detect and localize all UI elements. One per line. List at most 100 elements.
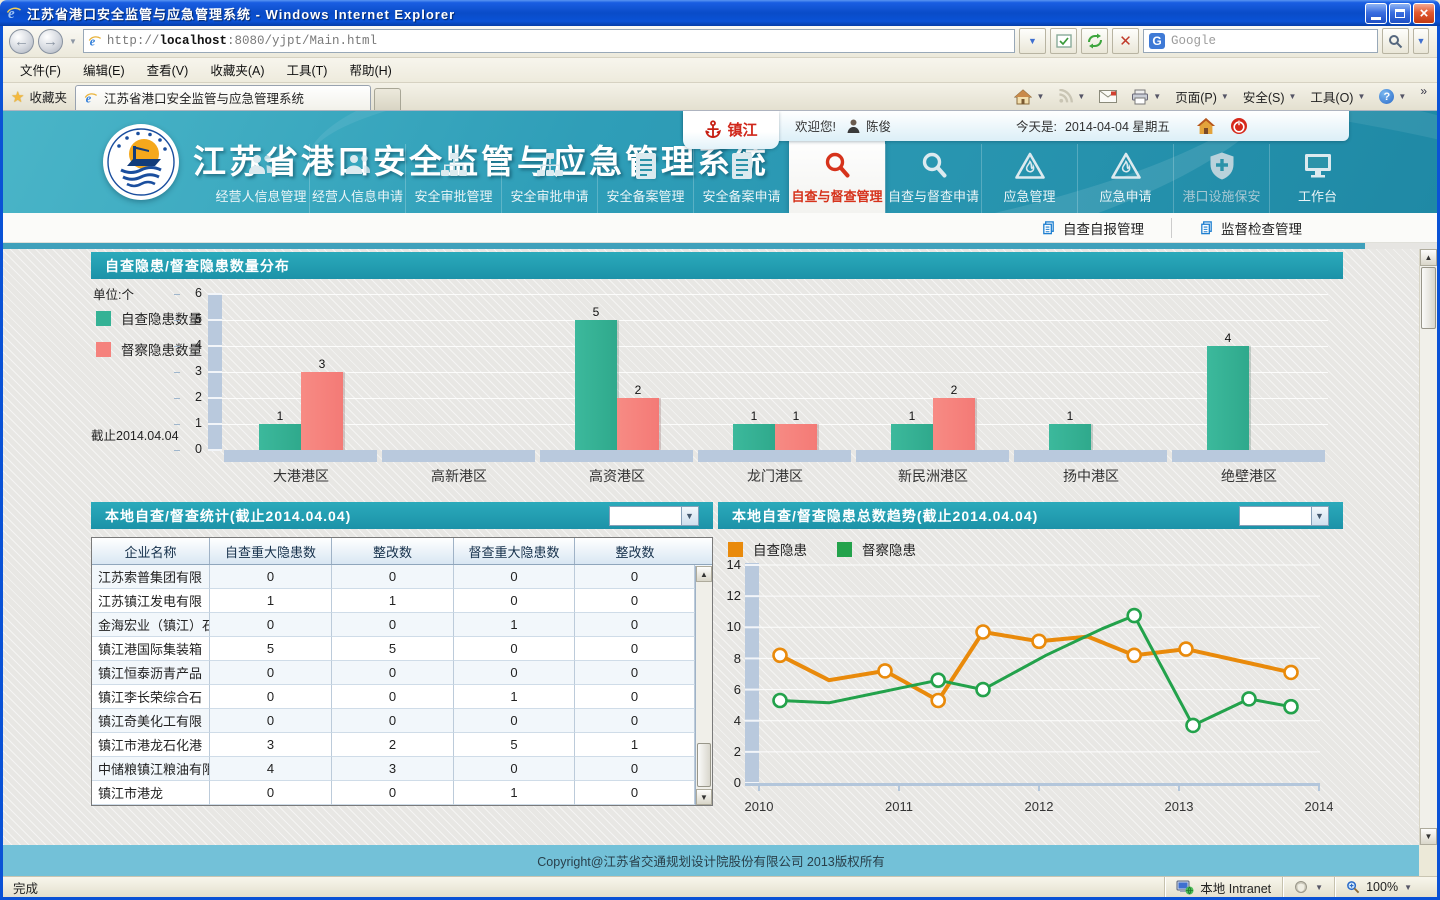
table-col-header[interactable]: 督查重大隐患数 [454,538,575,564]
nav-item-3[interactable]: 安全审批申请 [501,144,597,213]
command-item-0[interactable]: ▼ [1008,86,1050,108]
history-dropdown-icon[interactable]: ▼ [67,37,79,46]
status-bar: 完成 本地 Intranet ▼ 100% ▼ [3,876,1437,897]
table-col-header[interactable]: 整改数 [575,538,695,564]
bar-selfcheck [891,424,933,450]
table-cell: 1 [210,589,332,613]
new-tab-button[interactable] [374,88,401,110]
menu-item-2[interactable]: 查看(V) [136,57,200,82]
site-logo [103,124,179,200]
resize-grip[interactable] [1423,877,1437,897]
bar-value-label: 2 [617,383,659,397]
people-icon [213,148,309,184]
scroll-up-icon[interactable]: ▲ [1420,249,1437,266]
table-col-header[interactable]: 自查重大隐患数 [210,538,332,564]
menu-item-4[interactable]: 工具(T) [275,57,338,82]
table-row[interactable]: 镇江恒泰沥青产品0000 [92,661,712,685]
compatibility-view-button[interactable] [1050,28,1077,54]
nav-item-0[interactable]: 经营人信息管理 [213,144,309,213]
menu-item-1[interactable]: 编辑(E) [72,57,136,82]
search-options-dropdown[interactable]: ▼ [1413,28,1429,54]
zoom-cell[interactable]: 100% ▼ [1334,877,1423,897]
panel-hazard-trend-header: 本地自查/督查隐患总数趋势(截止2014.04.04) ▼ [718,502,1343,529]
search-input[interactable]: G Google [1143,29,1378,53]
command-item-3[interactable]: ▼ [1125,86,1167,108]
stop-button[interactable]: ✕ [1112,28,1139,54]
refresh-button[interactable] [1081,28,1108,54]
url-input[interactable]: e http://localhost:8080/yjpt/Main.html [83,29,1015,53]
table-row[interactable]: 中储粮镇江粮油有限4300 [92,757,712,781]
submenu-item-1[interactable]: 监督检查管理 [1171,218,1329,238]
command-item-5[interactable]: 安全(S)▼ [1237,84,1303,109]
table-row[interactable]: 镇江市港龙石化港3251 [92,733,712,757]
table-row[interactable]: 镇江李长荣综合石0010 [92,685,712,709]
command-item-2[interactable] [1093,87,1123,106]
favorites-button[interactable]: ★ 收藏夹 [9,84,75,110]
scroll-up-icon[interactable]: ▲ [696,566,712,582]
region-tab[interactable]: 镇江 [683,111,779,149]
table-cell: 镇江奇美化工有限 [92,709,210,733]
scroll-thumb[interactable] [697,743,711,787]
command-item-4[interactable]: 页面(P)▼ [1169,84,1235,109]
command-item-7[interactable]: ?▼ [1373,86,1412,107]
scroll-down-icon[interactable]: ▼ [696,789,712,805]
nav-item-10[interactable]: 港口设施保安 [1173,144,1269,213]
nav-item-8[interactable]: 应急管理 [981,144,1077,213]
table-row[interactable]: 江苏索普集团有限0000 [92,565,712,589]
print-icon [1131,89,1149,105]
home-shortcut-icon[interactable] [1196,117,1216,135]
nav-item-9[interactable]: 应急申请 [1077,144,1173,213]
nav-item-2[interactable]: 安全审批管理 [405,144,501,213]
table-row[interactable]: 镇江市港龙0010 [92,781,712,805]
address-bar: ← → ▼ e http://localhost:8080/yjpt/Main.… [3,26,1437,58]
close-button[interactable]: × [1413,3,1435,24]
command-item-6[interactable]: 工具(O)▼ [1304,84,1371,109]
table-scrollbar[interactable]: ▲ ▼ [695,566,712,805]
protected-mode-cell[interactable]: ▼ [1282,877,1334,897]
table-col-header[interactable]: 企业名称 [92,538,210,564]
nav-item-7[interactable]: 自查与督查申请 [885,144,981,213]
bar-value-label: 1 [1049,409,1091,423]
trend-xtick-label: 2013 [1161,799,1197,814]
trend-legend: 自查隐患 督察隐患 [728,539,916,559]
nav-item-1[interactable]: 经营人信息申请 [309,144,405,213]
table-row[interactable]: 金海宏业（镇江）石0010 [92,613,712,637]
maximize-button[interactable] [1389,3,1411,24]
back-button[interactable]: ← [9,29,34,54]
search-button[interactable] [1382,28,1409,54]
statistics-filter-select[interactable]: ▼ [609,506,699,526]
menu-item-3[interactable]: 收藏夹(A) [199,57,275,82]
submenu-item-0[interactable]: 自查自报管理 [1014,218,1171,238]
sitemap-icon [406,148,501,184]
nav-item-6[interactable]: 自查与督查管理 [789,136,885,213]
browser-tab[interactable]: e 江苏省港口安全监管与应急管理系统 [75,85,371,110]
menu-item-0[interactable]: 文件(F) [9,57,72,82]
page-scrollbar[interactable]: ▲ ▼ [1419,249,1437,845]
minimize-button[interactable] [1365,3,1387,24]
nav-item-4[interactable]: 安全备案管理 [597,144,693,213]
sub-menu-bar: 自查自报管理监督检查管理 [3,213,1437,243]
menu-item-5[interactable]: 帮助(H) [338,57,402,82]
scroll-thumb[interactable] [1421,267,1436,329]
table-cell: 4 [210,757,332,781]
table-row[interactable]: 江苏镇江发电有限1100 [92,589,712,613]
table-cell: 2 [332,733,454,757]
nav-item-11[interactable]: 工作台 [1269,144,1365,213]
monitor-icon [1270,148,1365,184]
command-item-1[interactable]: ▼ [1052,86,1091,107]
table-row[interactable]: 镇江港国际集装箱5500 [92,637,712,661]
nav-item-5[interactable]: 安全备案申请 [693,144,789,213]
mail-icon [1099,90,1117,103]
table-col-header[interactable]: 整改数 [332,538,454,564]
toolbar-overflow-icon[interactable]: » [1416,83,1431,99]
trend-filter-select[interactable]: ▼ [1239,506,1329,526]
logout-power-icon[interactable] [1230,117,1248,135]
trend-legend-item-0: 自查隐患 [728,539,807,559]
bar-value-label: 5 [575,305,617,319]
address-dropdown-button[interactable]: ▼ [1019,28,1046,54]
table-row[interactable]: 镇江奇美化工有限0000 [92,709,712,733]
table-cell: 0 [575,685,695,709]
panel-local-statistics-header: 本地自查/督查统计(截止2014.04.04) ▼ [91,502,713,529]
forward-button[interactable]: → [38,29,63,54]
scroll-down-icon[interactable]: ▼ [1420,828,1437,845]
